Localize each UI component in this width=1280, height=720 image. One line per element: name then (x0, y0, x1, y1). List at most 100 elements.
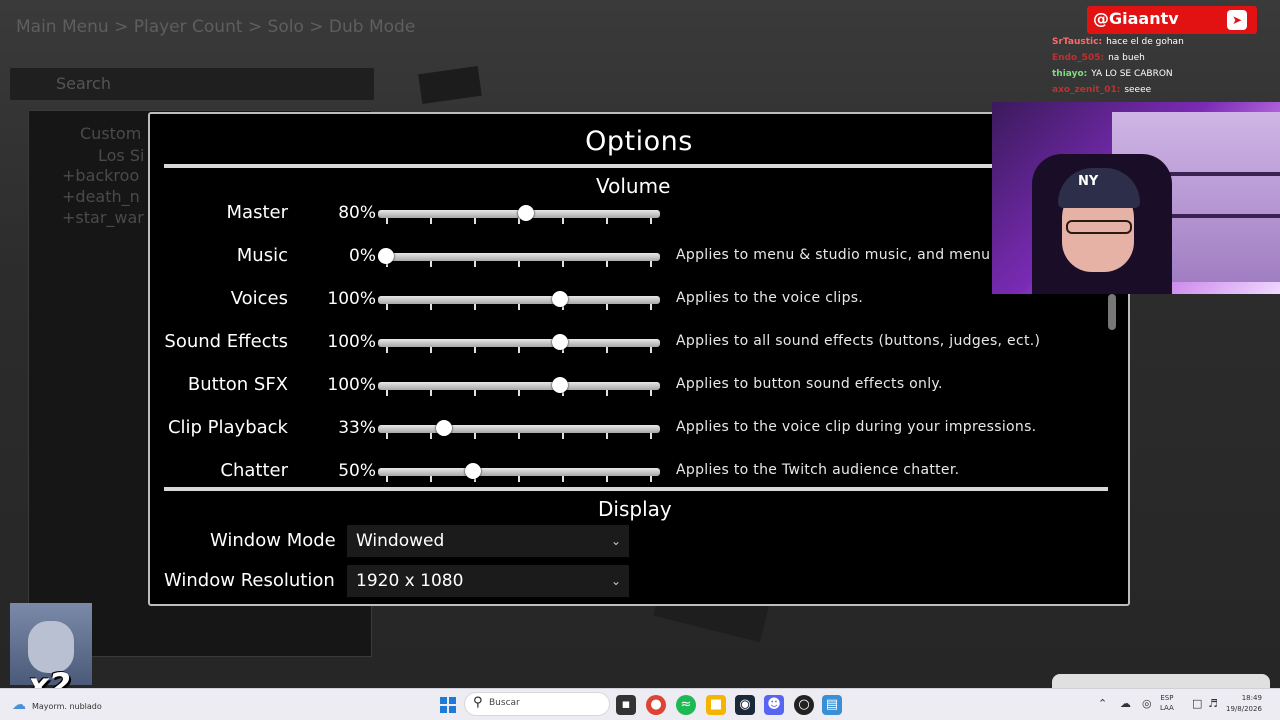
volume-label: Voices (230, 288, 288, 309)
volume-slider[interactable] (378, 377, 660, 396)
tray-chevron-icon[interactable]: ⌃ (1098, 697, 1107, 710)
volume-icon[interactable]: ♬ (1208, 697, 1218, 710)
slider-tick (518, 304, 520, 310)
obs-icon[interactable]: ○ (794, 695, 814, 715)
volume-label: Button SFX (187, 374, 288, 395)
volume-label: Sound Effects (164, 331, 288, 352)
chat-message: Endo_505: na bueh (1052, 50, 1252, 66)
volume-percent: 0% (349, 246, 376, 266)
folder-icon[interactable]: ■ (706, 695, 726, 715)
volume-label: Master (226, 202, 288, 223)
language-indicator[interactable]: ESP LAA (1160, 693, 1174, 713)
windows-start-icon[interactable] (440, 697, 456, 713)
taskbar: ☁ Mayorm. nublado ⚲ Buscar ▪ ● ≈ ■ ◉ ☻ ○… (0, 688, 1280, 720)
slider-tick (430, 304, 432, 310)
slider-tick (606, 261, 608, 267)
slider-tick (386, 304, 388, 310)
slider-knob[interactable] (517, 205, 534, 221)
chat-text: na bueh (1108, 53, 1145, 63)
title-divider (164, 164, 1108, 168)
cap-logo: NY (1078, 174, 1099, 189)
slider-tick (650, 433, 652, 439)
chat-overlay: SrTaustic: hace el de gohan Endo_505: na bu… (1052, 34, 1252, 98)
slider-knob[interactable] (378, 248, 394, 264)
slider-tick (474, 218, 476, 224)
slider-tick (430, 390, 432, 396)
tree-item: +backroo (62, 166, 140, 185)
stream-handle-badge: @Giaantv ➤ (1087, 6, 1257, 34)
volume-description: Applies to menu & studio music, and menu… (676, 247, 1018, 263)
webcam-overlay: NY (992, 102, 1280, 294)
slider-tick (386, 218, 388, 224)
spotify-icon[interactable]: ≈ (676, 695, 696, 715)
microphone-icon[interactable]: ◎ (1142, 697, 1152, 710)
slider-tick (386, 433, 388, 439)
onedrive-icon[interactable]: ☁ (1120, 697, 1131, 710)
clock[interactable]: 18:49 19/8/2026 (1226, 693, 1262, 715)
terminal-icon[interactable]: ▪ (616, 695, 636, 715)
slider-knob[interactable] (552, 291, 569, 307)
slider-tick (562, 218, 564, 224)
chat-username: SrTaustic: (1052, 37, 1103, 47)
discord-icon[interactable]: ☻ (764, 695, 784, 715)
tree-item: +death_n (62, 187, 140, 206)
volume-slider[interactable] (378, 463, 660, 482)
slider-tick (518, 433, 520, 439)
chat-message: axo_zenit_01: seeee (1052, 82, 1252, 98)
slider-knob[interactable] (465, 463, 482, 479)
chat-message: thiayo: YA LO SE CABRON (1052, 66, 1252, 82)
slider-tick (386, 347, 388, 353)
clock-date: 19/8/2026 (1226, 705, 1262, 713)
volume-slider[interactable] (378, 248, 660, 267)
slider-tick (518, 390, 520, 396)
window-mode-dropdown[interactable]: Windowed ⌄ (347, 525, 629, 557)
chat-text: hace el de gohan (1106, 37, 1184, 47)
breadcrumb: Main Menu > Player Count > Solo > Dub Mo… (16, 17, 416, 37)
monitor-icon[interactable]: □ (1192, 697, 1202, 710)
slider-knob[interactable] (552, 334, 569, 350)
scrollbar-thumb[interactable] (1108, 294, 1116, 330)
tree-item: Custom (80, 124, 142, 143)
volume-slider[interactable] (378, 205, 660, 224)
slider-tick (430, 218, 432, 224)
slider-tick (650, 390, 652, 396)
slider-knob[interactable] (552, 377, 569, 393)
chrome-icon[interactable]: ● (646, 695, 666, 715)
slider-tick (606, 390, 608, 396)
volume-label: Clip Playback (167, 417, 288, 438)
options-title: Options (585, 126, 693, 157)
slider-tick (562, 433, 564, 439)
volume-slider[interactable] (378, 334, 660, 353)
window-mode-label: Window Mode (210, 530, 336, 551)
clock-time: 18:49 (1241, 694, 1262, 702)
slider-track (378, 468, 660, 476)
volume-percent: 100% (327, 289, 376, 309)
window-resolution-dropdown[interactable]: 1920 x 1080 ⌄ (347, 565, 629, 597)
slider-tick (518, 261, 520, 267)
slider-knob[interactable] (436, 420, 453, 436)
chat-username: axo_zenit_01: (1052, 85, 1121, 95)
tree-item: +star_war (62, 208, 144, 227)
volume-description: Applies to all sound effects (buttons, j… (676, 333, 1041, 349)
volume-slider[interactable] (378, 420, 660, 439)
slider-tick (650, 261, 652, 267)
slider-tick (650, 304, 652, 310)
stream-handle: @Giaantv (1093, 9, 1179, 28)
tree-item: Los Si (98, 146, 145, 165)
app-icon[interactable]: ▤ (822, 695, 842, 715)
slider-tick (474, 433, 476, 439)
volume-label: Music (236, 245, 288, 266)
search-icon: ⚲ (473, 695, 483, 710)
volume-slider[interactable] (378, 291, 660, 310)
slider-tick (518, 476, 520, 482)
slider-tick (430, 261, 432, 267)
options-dialog: Options Volume Master 80% Music 0% Applies t… (148, 112, 1130, 606)
slider-tick (606, 347, 608, 353)
volume-description: Applies to the voice clip during your im… (676, 419, 1037, 435)
steam-icon[interactable]: ◉ (735, 695, 755, 715)
background-search-placeholder: Search (56, 74, 111, 93)
volume-percent: 100% (327, 375, 376, 395)
webcam-glasses (1066, 220, 1132, 234)
slider-tick (650, 476, 652, 482)
taskbar-search-input[interactable]: ⚲ Buscar (464, 692, 610, 716)
